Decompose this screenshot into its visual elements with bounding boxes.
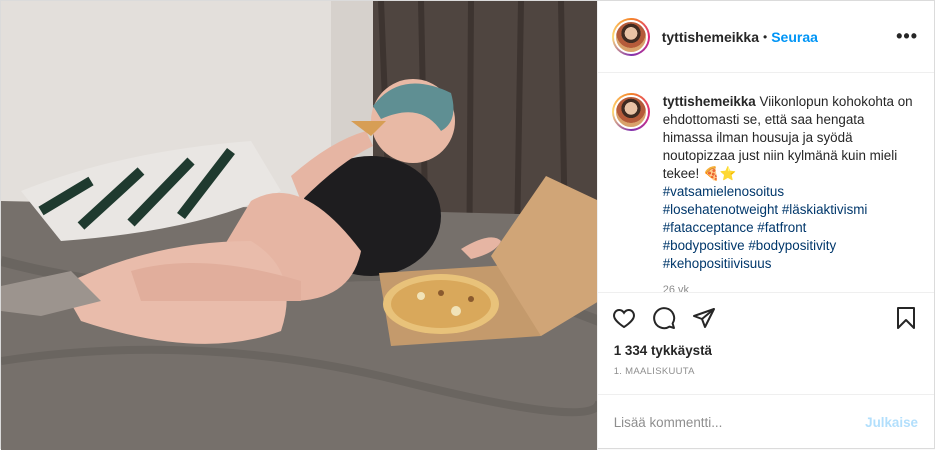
caption-area: tyttishemeikka Viikonlopun kohokohta on …	[597, 73, 934, 293]
avatar[interactable]	[611, 17, 650, 56]
publish-button[interactable]: Julkaise	[865, 415, 918, 430]
hashtag-line[interactable]: #losehatenotweight #läskiaktivismi	[663, 201, 913, 219]
bookmark-icon[interactable]	[894, 306, 918, 330]
caption-username[interactable]: tyttishemeikka	[663, 94, 756, 109]
heart-icon[interactable]	[612, 306, 636, 330]
caption-emojis: 🍕⭐	[702, 166, 737, 181]
post-photo-illustration	[1, 1, 597, 450]
hashtag-line[interactable]: #kehopositiivisuus	[663, 255, 913, 273]
likes-count[interactable]: 1 334 tykkäystä	[598, 343, 934, 365]
more-options-icon[interactable]: •••	[896, 26, 918, 47]
caption-text: tyttishemeikka Viikonlopun kohokohta on …	[663, 93, 913, 292]
post-photo[interactable]	[1, 1, 598, 450]
avatar-image	[613, 19, 648, 54]
separator-dot: •	[763, 29, 768, 44]
hashtag-line[interactable]: #bodypositive #bodypositivity	[663, 237, 913, 255]
post-sidebar: tyttishemeikka • Seuraa ••• tyttishemeik…	[597, 1, 934, 450]
post-header: tyttishemeikka • Seuraa •••	[597, 1, 934, 73]
follow-button[interactable]: Seuraa	[771, 29, 818, 45]
caption-avatar[interactable]	[611, 93, 650, 131]
hashtag-line[interactable]: #fatacceptance #fatfront	[663, 219, 913, 237]
comment-box: Julkaise	[598, 395, 934, 450]
share-icon[interactable]	[692, 306, 716, 330]
header-username[interactable]: tyttishemeikka	[662, 29, 759, 45]
post-date[interactable]: 1. MAALISKUUTA	[597, 365, 934, 395]
comment-icon[interactable]	[652, 306, 676, 330]
comment-input[interactable]	[613, 415, 866, 430]
action-bar	[598, 293, 934, 343]
caption-time[interactable]: 26 vk	[663, 281, 913, 292]
caption-avatar-image	[613, 95, 648, 129]
instagram-post: tyttishemeikka • Seuraa ••• tyttishemeik…	[0, 0, 935, 450]
hashtag-line[interactable]: #vatsamielenosoitus	[663, 183, 913, 201]
